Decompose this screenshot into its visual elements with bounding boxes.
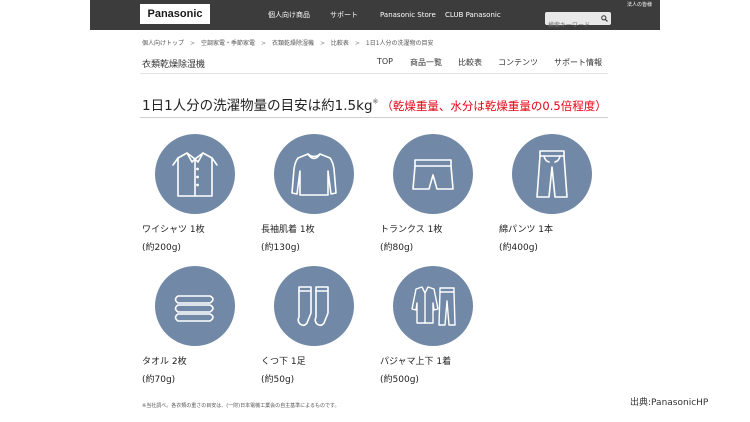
breadcrumb-comparison[interactable]: 比較表 xyxy=(331,40,349,47)
search-icon[interactable] xyxy=(601,15,608,22)
subnav-contents[interactable]: コンテンツ xyxy=(498,57,538,68)
long-sleeve-undershirt-icon xyxy=(274,134,354,214)
list-item-cotton-pants: 綿パンツ 1本 (約400g) xyxy=(499,134,609,253)
breadcrumb-separator: > xyxy=(354,40,360,47)
search-box xyxy=(545,12,611,32)
heading-footnote-mark: ※ xyxy=(372,97,379,106)
footnote: ※当社調べ。各衣類の重さの目安は、(一財)日本電機工業会の自主基準によるものです… xyxy=(142,403,340,409)
list-item-dress-shirt: ワイシャツ 1枚 (約200g) xyxy=(142,134,252,253)
item-name: パジャマ上下 1着 xyxy=(380,357,452,367)
dress-shirt-icon xyxy=(155,134,235,214)
breadcrumb-separator: > xyxy=(190,40,196,47)
heading-note: （乾燥重量、水分は乾燥重量の0.5倍程度） xyxy=(381,99,607,113)
breadcrumb-dehumidifier[interactable]: 衣類乾燥除湿機 xyxy=(272,40,314,47)
subnav-product-list[interactable]: 商品一覧 xyxy=(410,57,442,68)
heading-divider xyxy=(140,117,608,118)
item-weight: (約50g) xyxy=(261,375,295,385)
subnav-comparison[interactable]: 比較表 xyxy=(458,57,482,68)
item-name: ワイシャツ 1枚 xyxy=(142,225,205,235)
pajamas-icon xyxy=(393,266,473,346)
panasonic-logo[interactable]: Panasonic xyxy=(140,4,210,24)
nav-club-panasonic[interactable]: CLUB Panasonic xyxy=(445,0,501,30)
item-weight: (約200g) xyxy=(142,243,181,253)
subnav-support-info[interactable]: サポート情報 xyxy=(554,57,602,68)
item-weight: (約400g) xyxy=(499,243,538,253)
socks-icon xyxy=(274,266,354,346)
list-item-towel: タオル 2枚 (約70g) xyxy=(142,266,252,385)
nav-personal-products[interactable]: 個人向け商品 xyxy=(268,0,310,30)
page-heading: 1日1人分の洗濯物量の目安は約1.5kg※ （乾燥重量、水分は乾燥重量の0.5倍程… xyxy=(142,94,607,114)
item-weight: (約130g) xyxy=(261,243,300,253)
list-item-socks: くつ下 1足 (約50g) xyxy=(261,266,371,385)
nav-support[interactable]: サポート xyxy=(330,0,358,30)
corporate-link[interactable]: 法人の皆様 xyxy=(627,1,652,8)
breadcrumb: 個人向けトップ > 空調家電・季節家電 > 衣類乾燥除湿機 > 比較表 > 1日1人分の… xyxy=(142,38,438,47)
breadcrumb-separator: > xyxy=(260,40,267,47)
item-weight: (約80g) xyxy=(380,243,414,253)
heading-main: 1日1人分の洗濯物量の目安は約1.5kg xyxy=(142,98,373,114)
global-header: Panasonic 個人向け商品 サポート Panasonic Store CL… xyxy=(90,0,660,32)
breadcrumb-personal-top[interactable]: 個人向けトップ xyxy=(142,40,184,47)
subnav-divider xyxy=(140,73,608,74)
breadcrumb-current: 1日1人分の洗濯物の目安 xyxy=(365,40,434,47)
towel-icon xyxy=(155,266,235,346)
item-weight: (約70g) xyxy=(142,375,176,385)
trunks-icon xyxy=(393,134,473,214)
item-name: 長袖肌着 1枚 xyxy=(261,225,315,235)
item-name: トランクス 1枚 xyxy=(380,225,443,235)
item-name: くつ下 1足 xyxy=(261,357,306,367)
breadcrumb-seasonal[interactable]: 空調家電・季節家電 xyxy=(201,40,255,47)
breadcrumb-separator: > xyxy=(319,40,325,47)
cotton-pants-icon xyxy=(512,134,592,214)
list-item-trunks: トランクス 1枚 (約80g) xyxy=(380,134,490,253)
list-item-long-sleeve-undershirt: 長袖肌着 1枚 (約130g) xyxy=(261,134,371,253)
list-item-pajamas: パジャマ上下 1着 (約500g) xyxy=(380,266,490,385)
product-title: 衣類乾燥除湿機 xyxy=(142,60,206,70)
subnav-top[interactable]: TOP xyxy=(377,57,393,66)
item-name: 綿パンツ 1本 xyxy=(499,225,554,235)
search-input[interactable] xyxy=(545,19,597,32)
item-name: タオル 2枚 xyxy=(142,357,187,367)
nav-panasonic-store[interactable]: Panasonic Store xyxy=(380,0,436,30)
item-weight: (約500g) xyxy=(380,375,419,385)
source-credit: 出典:PanasonicHP xyxy=(630,398,709,408)
